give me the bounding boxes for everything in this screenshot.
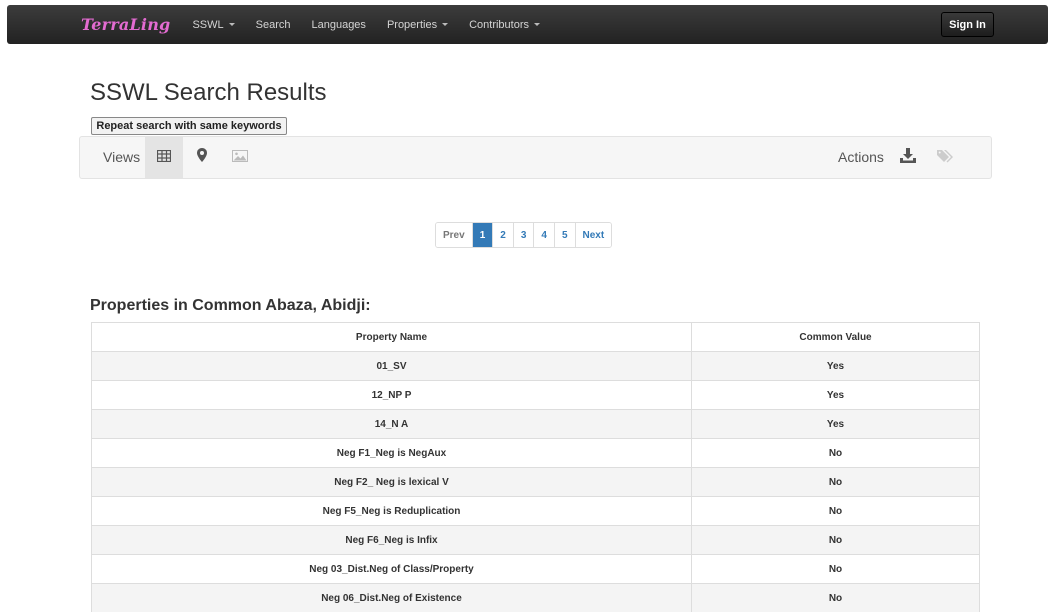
download-icon	[900, 148, 916, 168]
pagination: Prev 1 2 3 4 5 Next	[435, 222, 613, 248]
views-actions-toolbar: Views Actions	[79, 136, 992, 179]
top-navbar: TerraLing SSWL Search Languages Properti…	[7, 5, 1048, 44]
page-title: SSWL Search Results	[90, 79, 327, 106]
table-row: Neg F6_Neg is Infix No	[91, 525, 980, 555]
nav-item-properties[interactable]: Properties	[386, 18, 449, 31]
caret-down-icon	[442, 23, 449, 26]
nav-item-label: Contributors	[469, 18, 529, 31]
property-name-cell: Neg F2_ Neg is lexical V	[91, 467, 692, 497]
property-name-cell: Neg F1_Neg is NegAux	[91, 438, 692, 468]
common-value-cell: No	[691, 583, 980, 612]
property-name-cell: 14_N A	[91, 409, 692, 439]
common-value-cell: No	[691, 467, 980, 497]
nav-item-label: Languages	[311, 18, 366, 31]
common-value-cell: No	[691, 525, 980, 555]
table-header-row: Property Name Common Value	[91, 322, 980, 352]
nav-item-search[interactable]: Search	[256, 19, 291, 31]
property-name-cell: Neg 06_Dist.Neg of Existence	[91, 583, 692, 612]
picture-icon	[232, 149, 248, 167]
table-row: Neg 03_Dist.Neg of Class/Property No	[91, 554, 980, 584]
repeat-search-button[interactable]: Repeat search with same keywords	[91, 117, 287, 135]
page-2-button[interactable]: 2	[492, 223, 513, 247]
image-view-button[interactable]	[221, 137, 259, 178]
nav-item-contributors[interactable]: Contributors	[469, 19, 540, 31]
table-row: 12_NP P Yes	[91, 380, 980, 410]
nav-item-label: SSWL	[192, 18, 224, 31]
nav-item-label: Search	[255, 18, 291, 31]
page-1-button[interactable]: 1	[471, 223, 493, 247]
table-view-button[interactable]	[145, 137, 183, 178]
nav-item-languages[interactable]: Languages	[311, 19, 365, 31]
table-row: Neg F5_Neg is Reduplication No	[91, 496, 980, 526]
table-row: 01_SV Yes	[91, 351, 980, 381]
map-marker-icon	[197, 148, 207, 167]
table-row: Neg F1_Neg is NegAux No	[91, 438, 980, 468]
properties-table: Property Name Common Value 01_SV Yes 12_N…	[91, 322, 980, 612]
views-label: Views	[103, 149, 141, 165]
tags-button[interactable]	[935, 147, 957, 169]
common-value-cell: Yes	[691, 409, 980, 439]
nav-item-sswl[interactable]: SSWL	[192, 18, 235, 31]
nav-item-label: Properties	[386, 18, 438, 31]
sign-in-button[interactable]: Sign In	[941, 12, 994, 37]
prev-page-button[interactable]: Prev	[436, 223, 472, 247]
property-name-cell: Neg F5_Neg is Reduplication	[91, 496, 692, 526]
property-name-cell: Neg 03_Dist.Neg of Class/Property	[91, 554, 692, 584]
table-row: Neg F2_ Neg is lexical V No	[91, 467, 980, 497]
page-5-button[interactable]: 5	[553, 223, 575, 247]
table-row: 14_N A Yes	[91, 409, 980, 439]
common-value-cell: No	[691, 496, 980, 526]
property-name-cell: Neg F6_Neg is Infix	[91, 525, 692, 555]
tags-icon	[937, 149, 955, 168]
next-page-button[interactable]: Next	[574, 223, 612, 247]
table-row: Neg 06_Dist.Neg of Existence No	[91, 583, 980, 612]
download-button[interactable]	[897, 147, 919, 169]
caret-down-icon	[534, 23, 540, 26]
common-value-cell: Yes	[691, 380, 980, 410]
column-header-common-value[interactable]: Common Value	[691, 322, 980, 352]
table-icon	[156, 149, 172, 167]
property-name-cell: 01_SV	[91, 351, 692, 381]
section-title: Properties in Common Abaza, Abidji:	[90, 297, 371, 314]
column-header-property-name[interactable]: Property Name	[91, 322, 692, 352]
common-value-cell: Yes	[691, 351, 980, 381]
nav-links: SSWL Search Languages Properties Contrib…	[192, 19, 561, 31]
brand-logo[interactable]: TerraLing	[81, 15, 170, 34]
page-3-button[interactable]: 3	[512, 223, 534, 247]
actions-label: Actions	[838, 149, 884, 165]
map-view-button[interactable]	[183, 137, 221, 178]
caret-down-icon	[228, 23, 235, 26]
common-value-cell: No	[691, 438, 980, 468]
common-value-cell: No	[691, 554, 980, 584]
page-4-button[interactable]: 4	[533, 223, 554, 247]
property-name-cell: 12_NP P	[91, 380, 692, 410]
